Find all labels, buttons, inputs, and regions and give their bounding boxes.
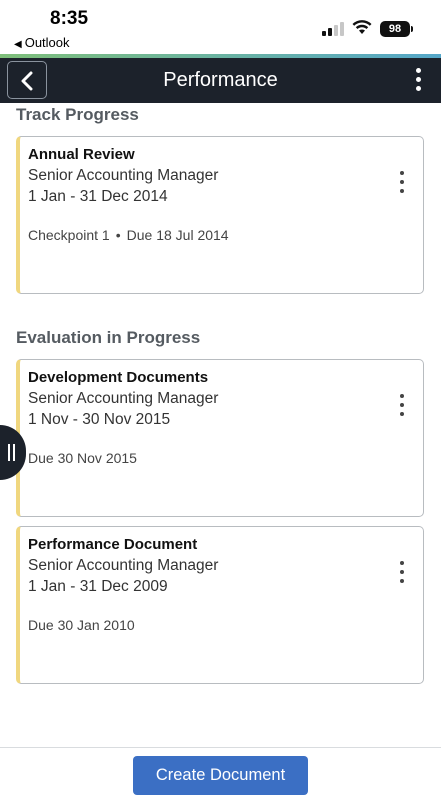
card-role: Senior Accounting Manager bbox=[28, 390, 219, 407]
cellular-signal-icon bbox=[322, 22, 344, 36]
dot bbox=[400, 579, 404, 583]
page-title: Performance bbox=[163, 69, 278, 91]
grip-line bbox=[13, 444, 15, 461]
footer-bar: Create Document bbox=[0, 747, 441, 801]
card-meta: Checkpoint 1 • Due 18 Jul 2014 bbox=[28, 227, 229, 243]
dot bbox=[400, 189, 404, 193]
card-period: 1 Jan - 31 Dec 2009 bbox=[28, 578, 168, 595]
back-triangle-icon: ◀ bbox=[14, 39, 22, 50]
dot bbox=[415, 86, 421, 91]
card-more-menu-button[interactable] bbox=[398, 394, 406, 420]
chevron-left-icon bbox=[21, 71, 33, 91]
card-checkpoint: Checkpoint 1 bbox=[28, 227, 110, 243]
back-button[interactable] bbox=[7, 61, 47, 99]
card-due: Due 30 Nov 2015 bbox=[28, 450, 137, 466]
dot bbox=[415, 68, 421, 73]
grip-line bbox=[8, 444, 10, 461]
section-title-track-progress: Track Progress bbox=[16, 105, 139, 124]
wifi-icon bbox=[352, 20, 372, 34]
dot bbox=[400, 180, 404, 184]
document-card-annual-review[interactable]: Annual Review Senior Accounting Manager … bbox=[16, 136, 424, 294]
separator-dot: • bbox=[115, 227, 121, 243]
card-title: Performance Document bbox=[28, 536, 198, 553]
card-period: 1 Jan - 31 Dec 2014 bbox=[28, 188, 168, 205]
card-title: Annual Review bbox=[28, 146, 135, 163]
card-more-menu-button[interactable] bbox=[398, 171, 406, 197]
card-title: Development Documents bbox=[28, 369, 209, 386]
document-card-development-documents[interactable]: Development Documents Senior Accounting … bbox=[16, 359, 424, 517]
dot bbox=[400, 412, 404, 416]
card-period: 1 Nov - 30 Nov 2015 bbox=[28, 411, 171, 428]
section-title-evaluation-in-progress: Evaluation in Progress bbox=[16, 328, 201, 347]
card-role: Senior Accounting Manager bbox=[28, 167, 219, 184]
status-bar: 8:35 ◀ Outlook 98 bbox=[0, 0, 441, 54]
status-time: 8:35 bbox=[50, 8, 89, 29]
dot bbox=[400, 561, 404, 565]
dot bbox=[400, 394, 404, 398]
card-due: Due 30 Jan 2010 bbox=[28, 617, 135, 633]
document-card-performance-document[interactable]: Performance Document Senior Accounting M… bbox=[16, 526, 424, 684]
battery-tip bbox=[411, 26, 413, 32]
dot bbox=[400, 171, 404, 175]
create-document-button[interactable]: Create Document bbox=[133, 756, 308, 795]
back-to-app-link[interactable]: ◀ Outlook bbox=[14, 35, 70, 50]
dot bbox=[400, 570, 404, 574]
battery-level: 98 bbox=[388, 23, 402, 35]
card-role: Senior Accounting Manager bbox=[28, 557, 219, 574]
header-more-menu-button[interactable] bbox=[413, 68, 423, 94]
dot bbox=[415, 77, 421, 82]
app-header: Performance bbox=[0, 58, 441, 103]
card-more-menu-button[interactable] bbox=[398, 561, 406, 587]
battery-icon: 98 bbox=[380, 21, 410, 37]
dot bbox=[400, 403, 404, 407]
card-due: Due 18 Jul 2014 bbox=[126, 227, 229, 243]
back-app-label: Outlook bbox=[24, 35, 70, 50]
